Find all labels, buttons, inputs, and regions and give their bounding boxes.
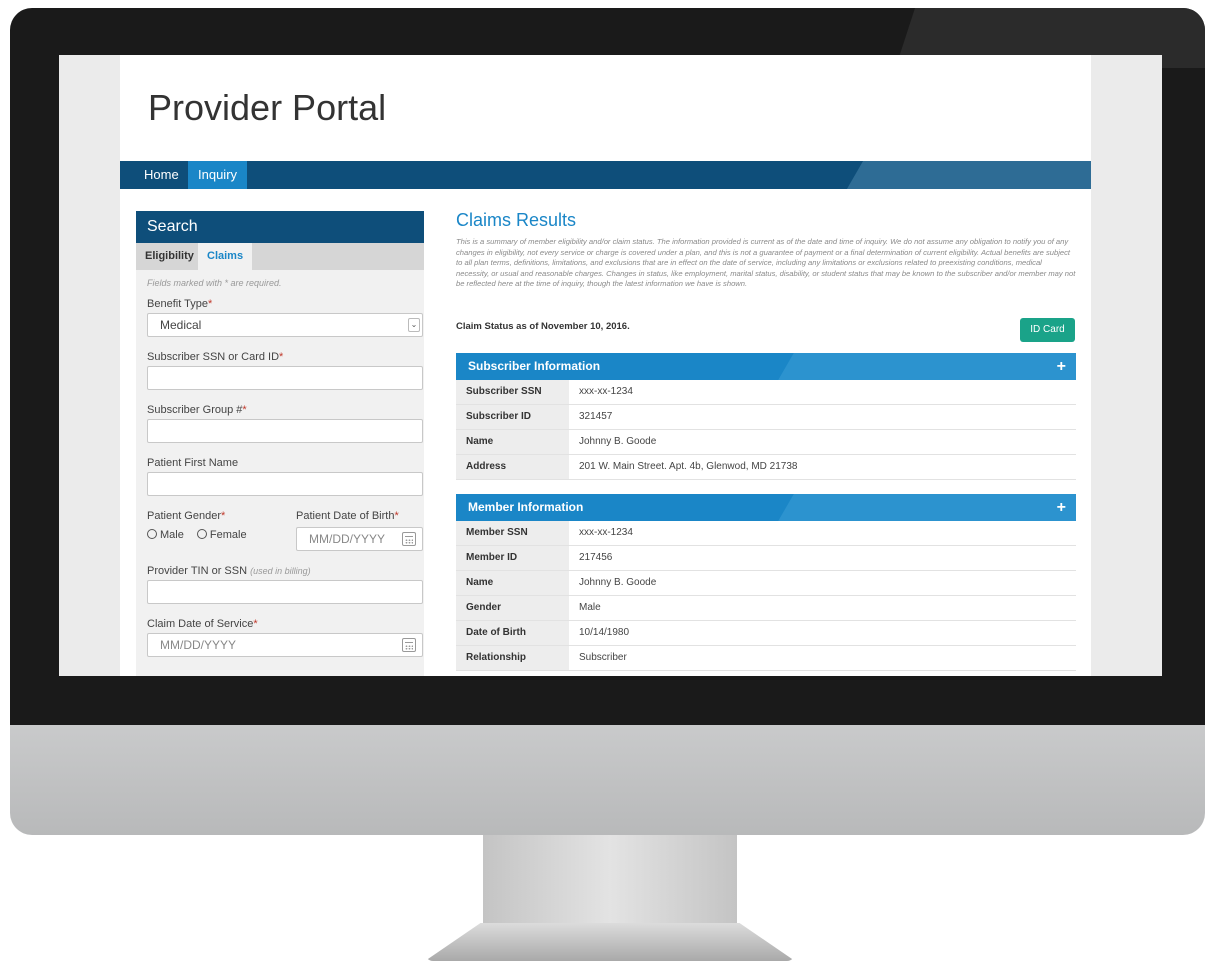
radio-female[interactable] <box>196 529 207 539</box>
table-row: Name Johnny B. Goode <box>456 571 1076 596</box>
screen: Provider Portal Home Inquiry Search Elig… <box>59 55 1162 676</box>
provider-tin-label: Provider TIN or SSN (used in billing) <box>147 565 311 577</box>
subscriber-information-section: Subscriber Information + Subscriber SSN x… <box>456 353 1076 480</box>
patient-dob-input[interactable]: MM/DD/YYYY <box>296 527 423 551</box>
page-title: Provider Portal <box>148 87 387 128</box>
search-heading: Search <box>136 211 424 243</box>
search-tabs: Eligibility Claims <box>136 243 424 270</box>
member-information-section: Member Information + Member SSN xxx-xx-12… <box>456 494 1076 671</box>
table-row: Name Johnny B. Goode <box>456 430 1076 455</box>
monitor-chin <box>10 725 1205 835</box>
provider-tin-input[interactable] <box>147 580 423 604</box>
benefit-type-label: Benefit Type* <box>147 298 213 310</box>
claim-date-label: Claim Date of Service* <box>147 618 258 630</box>
table-row: Subscriber SSN xxx-xx-1234 <box>456 380 1076 405</box>
table-row: Address 201 W. Main Street. Apt. 4b, Glen… <box>456 455 1076 480</box>
calendar-icon[interactable] <box>402 532 416 546</box>
nav-item-inquiry[interactable]: Inquiry <box>188 161 248 189</box>
table-row: Gender Male <box>456 596 1076 621</box>
portal-page: Provider Portal Home Inquiry Search Elig… <box>120 55 1091 676</box>
required-note: Fields marked with * are required. <box>147 278 282 288</box>
nav-item-home[interactable]: Home <box>134 161 189 189</box>
radio-male[interactable] <box>147 529 157 539</box>
stand-foot <box>425 923 795 961</box>
monitor-stand <box>425 835 795 963</box>
gender-radio-group: Male Female <box>147 529 247 541</box>
radio-male-label: Male <box>160 529 184 541</box>
claim-date-input[interactable]: MM/DD/YYYY <box>147 633 423 657</box>
benefit-type-select[interactable]: Medical ⌄ <box>147 313 423 337</box>
subscriber-group-label: Subscriber Group #* <box>147 404 247 416</box>
tab-claims[interactable]: Claims <box>198 243 253 270</box>
stand-neck <box>483 835 737 930</box>
subscriber-information-header[interactable]: Subscriber Information + <box>456 353 1076 380</box>
patient-dob-label: Patient Date of Birth* <box>296 510 399 522</box>
table-row: Subscriber ID 321457 <box>456 405 1076 430</box>
member-information-header[interactable]: Member Information + <box>456 494 1076 521</box>
patient-first-name-input[interactable] <box>147 472 423 496</box>
table-row: Date of Birth 10/14/1980 <box>456 621 1076 646</box>
patient-first-name-label: Patient First Name <box>147 457 239 469</box>
plus-icon[interactable]: + <box>1057 353 1066 380</box>
patient-gender-label: Patient Gender* <box>147 510 226 522</box>
radio-female-label: Female <box>209 529 247 541</box>
table-row: Member SSN xxx-xx-1234 <box>456 521 1076 546</box>
tab-eligibility[interactable]: Eligibility <box>136 243 203 270</box>
main-navbar: Home Inquiry <box>120 161 1091 189</box>
table-row: Member ID 217456 <box>456 546 1076 571</box>
results-title: Claims Results <box>456 210 577 230</box>
plus-icon[interactable]: + <box>1057 494 1066 521</box>
claim-status-line: Claim Status as of November 10, 2016. <box>456 321 630 332</box>
calendar-icon[interactable] <box>402 638 416 652</box>
search-panel: Search Eligibility Claims Fields marked … <box>136 211 424 676</box>
table-row: Relationship Subscriber <box>456 646 1076 671</box>
results-disclaimer: This is a summary of member eligibility … <box>456 237 1076 289</box>
subscriber-ssn-label: Subscriber SSN or Card ID* <box>147 351 284 363</box>
subscriber-ssn-input[interactable] <box>147 366 423 390</box>
id-card-button[interactable]: ID Card <box>1020 318 1075 342</box>
chevron-down-icon: ⌄ <box>408 318 420 332</box>
subscriber-group-input[interactable] <box>147 419 423 443</box>
